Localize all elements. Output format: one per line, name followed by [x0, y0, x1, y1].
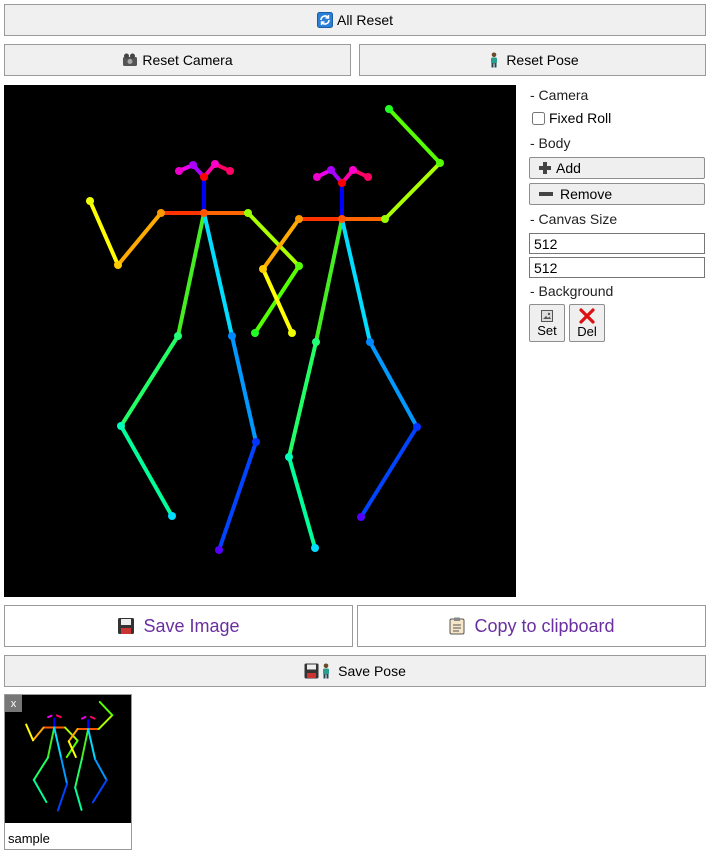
add-body-button[interactable]: Add: [529, 157, 705, 179]
floppy-disk-icon: [117, 617, 135, 635]
person-icon: [486, 52, 502, 68]
canvas-width-input[interactable]: [529, 233, 705, 254]
reset-camera-button[interactable]: Reset Camera: [4, 44, 351, 76]
reset-camera-label: Reset Camera: [142, 52, 233, 68]
remove-body-button[interactable]: Remove: [529, 183, 705, 205]
all-reset-label: All Reset: [336, 12, 394, 28]
save-image-label: Save Image: [143, 615, 240, 636]
image-icon: [541, 309, 553, 322]
thumbnail-skeleton-drawing: [25, 700, 114, 812]
plus-icon: [538, 161, 552, 175]
background-heading: - Background: [530, 283, 614, 299]
reset-pose-button[interactable]: Reset Pose: [359, 44, 706, 76]
set-label: Set: [537, 322, 557, 338]
thumbnail-preview[interactable]: [5, 695, 131, 823]
reset-pose-label: Reset Pose: [506, 52, 579, 68]
remove-label: Remove: [560, 186, 613, 202]
floppy-person-icon: [304, 663, 334, 679]
save-pose-label: Save Pose: [338, 663, 406, 679]
delete-background-button[interactable]: Del: [569, 304, 605, 342]
canvas-height-input[interactable]: [529, 257, 705, 278]
minus-icon: [538, 187, 554, 201]
thumbnail-name: sample: [8, 831, 50, 846]
canvas-size-heading: - Canvas Size: [530, 211, 618, 227]
pose-skeleton-drawing: [86, 105, 444, 554]
refresh-icon: [316, 12, 333, 28]
thumbnail-close-button[interactable]: x: [5, 695, 22, 712]
copy-to-clipboard-label: Copy to clipboard: [474, 615, 615, 636]
camera-heading: - Camera: [530, 87, 589, 103]
fixed-roll-option[interactable]: Fixed Roll: [532, 110, 611, 126]
add-label: Add: [556, 160, 581, 176]
saved-pose-thumbnail[interactable]: x sample: [4, 694, 132, 850]
delete-x-icon: [579, 308, 595, 324]
pose-canvas[interactable]: [4, 85, 516, 597]
save-pose-button[interactable]: Save Pose: [4, 655, 706, 687]
save-image-button[interactable]: Save Image: [4, 605, 353, 647]
fixed-roll-label: Fixed Roll: [549, 110, 612, 126]
set-background-button[interactable]: Set: [529, 304, 565, 342]
camera-icon: [122, 52, 138, 68]
body-heading: - Body: [530, 135, 571, 151]
clipboard-icon: [448, 617, 466, 635]
copy-to-clipboard-button[interactable]: Copy to clipboard: [357, 605, 706, 647]
all-reset-button[interactable]: All Reset: [4, 4, 706, 36]
del-label: Del: [577, 324, 597, 339]
fixed-roll-checkbox[interactable]: [532, 111, 545, 125]
